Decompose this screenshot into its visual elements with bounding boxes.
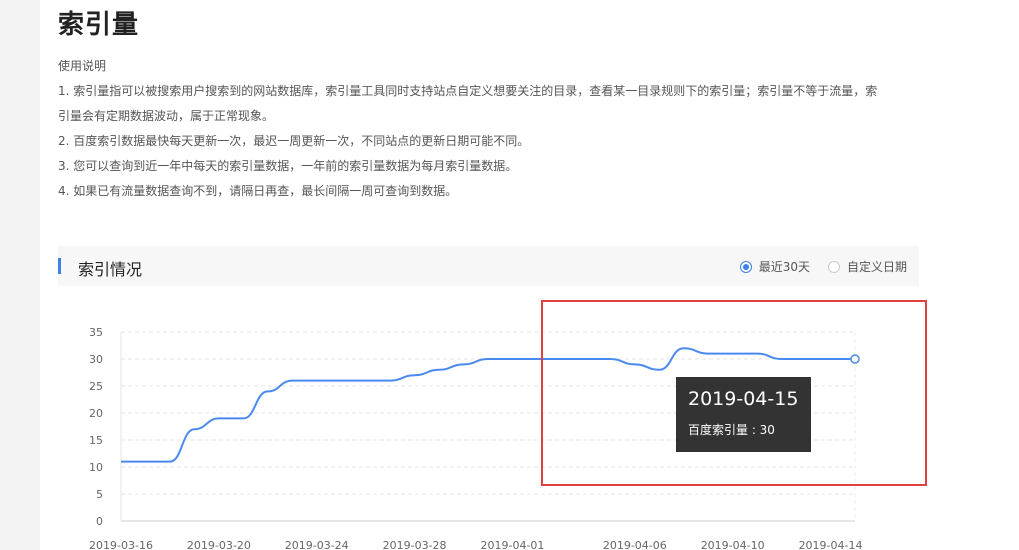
x-tick-label: 2019-03-16 bbox=[89, 539, 153, 550]
y-tick-label: 25 bbox=[89, 380, 103, 393]
tooltip-date: 2019-04-15 bbox=[688, 388, 799, 410]
x-tick-label: 2019-03-20 bbox=[187, 539, 251, 550]
y-tick-label: 10 bbox=[89, 461, 103, 474]
x-tick-label: 2019-04-01 bbox=[480, 539, 544, 550]
chart-tooltip: 2019-04-15 百度索引量 : 30 bbox=[676, 377, 811, 452]
y-tick-label: 0 bbox=[96, 515, 103, 528]
y-tick-label: 20 bbox=[89, 407, 103, 420]
x-tick-label: 2019-03-24 bbox=[285, 539, 349, 550]
x-tick-label: 2019-04-10 bbox=[701, 539, 765, 550]
y-tick-label: 30 bbox=[89, 353, 103, 366]
x-tick-label: 2019-03-28 bbox=[383, 539, 447, 550]
y-tick-label: 5 bbox=[96, 488, 103, 501]
x-tick-label: 2019-04-06 bbox=[603, 539, 667, 550]
tooltip-value: 百度索引量 : 30 bbox=[688, 423, 775, 437]
x-tick-label: 2019-04-14 bbox=[799, 539, 863, 550]
y-tick-label: 15 bbox=[89, 434, 103, 447]
y-tick-label: 35 bbox=[89, 326, 103, 339]
